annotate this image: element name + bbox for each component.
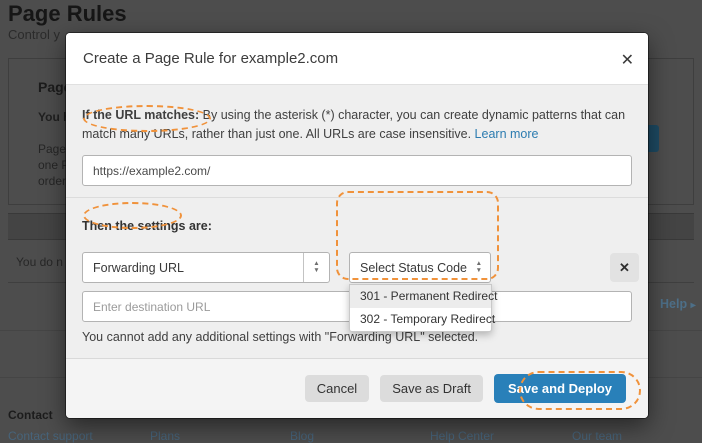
footer-link-plans[interactable]: Plans: [150, 429, 180, 443]
modal-header: Create a Page Rule for example2.com ✕: [66, 33, 648, 85]
select-spinner-zone: ▲ ▼: [303, 253, 329, 282]
url-pattern-input[interactable]: [82, 155, 632, 186]
settings-note: You cannot add any additional settings w…: [82, 330, 479, 344]
learn-more-link[interactable]: Learn more: [475, 127, 539, 141]
page-title: Page Rules: [8, 1, 127, 26]
create-page-rule-modal: Create a Page Rule for example2.com ✕ If…: [66, 33, 648, 418]
modal-body: If the URL matches: By using the asteris…: [66, 85, 648, 358]
help-link[interactable]: Help ▸: [660, 297, 696, 311]
up-down-arrows-icon: ▲ ▼: [313, 259, 320, 274]
footer-link-help-center[interactable]: Help Center: [430, 429, 494, 443]
url-match-description: If the URL matches: By using the asteris…: [82, 106, 634, 144]
up-down-arrows-icon: ▲ ▼: [475, 259, 482, 274]
setting-select-value: Forwarding URL: [93, 261, 185, 275]
footer-link-contact-support[interactable]: Contact support: [8, 429, 93, 443]
table-row-text: You do n: [16, 255, 63, 269]
section-divider: [66, 197, 648, 198]
help-link-label: Help: [660, 297, 688, 311]
footer-link-blog[interactable]: Blog: [290, 429, 314, 443]
modal-title: Create a Page Rule for example2.com: [83, 50, 339, 67]
status-code-select[interactable]: Select Status Code ▲ ▼: [349, 252, 491, 283]
save-as-draft-button[interactable]: Save as Draft: [380, 375, 483, 402]
close-icon[interactable]: ✕: [619, 51, 636, 71]
save-and-deploy-button[interactable]: Save and Deploy: [493, 374, 626, 403]
page-subtitle: Control y: [8, 27, 61, 42]
status-option-301[interactable]: 301 - Permanent Redirect: [350, 285, 497, 308]
settings-heading: Then the settings are:: [82, 219, 212, 233]
select-spinner-zone: ▲ ▼: [476, 253, 482, 282]
modal-footer: Cancel Save as Draft Save and Deploy: [66, 358, 648, 418]
url-match-lead: If the URL matches:: [82, 108, 200, 122]
panel-text-line: order,: [38, 174, 69, 188]
remove-icon: ✕: [619, 259, 630, 275]
setting-select[interactable]: Forwarding URL ▲ ▼: [82, 252, 330, 283]
status-code-select-value: Select Status Code: [360, 261, 468, 275]
status-option-302[interactable]: 302 - Temporary Redirect: [350, 308, 495, 331]
remove-setting-button[interactable]: ✕: [610, 253, 639, 282]
chevron-right-icon: ▸: [690, 300, 696, 311]
footer-heading: Contact: [8, 408, 53, 422]
cancel-button[interactable]: Cancel: [304, 375, 370, 402]
footer-link-our-team[interactable]: Our team: [572, 429, 622, 443]
status-code-dropdown: 301 - Permanent Redirect 302 - Temporary…: [349, 284, 497, 332]
